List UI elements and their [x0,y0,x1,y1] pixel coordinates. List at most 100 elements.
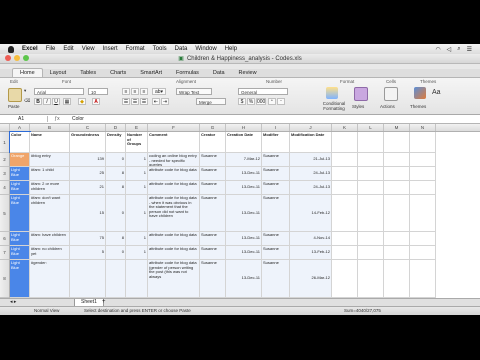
table-cell[interactable]: #fam: 2 or more children [30,181,70,195]
table-cell[interactable]: attribute code for blog data - when it w… [148,195,200,232]
align-center-icon[interactable]: ☰ [131,98,139,105]
table-cell[interactable]: Light Blue [10,195,30,232]
empty-cell[interactable] [384,153,410,167]
underline-button[interactable]: U [52,98,60,105]
column-header-e[interactable]: E [126,124,148,131]
table-cell[interactable]: Susanne [200,246,226,260]
table-cell[interactable]: Susanne [200,232,226,246]
table-cell[interactable]: attribute code for blog data (gender of … [148,260,200,298]
table-cell[interactable]: 13-Dec-11 [226,181,262,195]
empty-cell[interactable] [358,232,384,246]
clear-icon[interactable]: ⌫ [24,98,30,104]
table-cell[interactable]: Susanne [262,167,290,181]
tab-home[interactable]: Home [12,68,43,77]
add-sheet-icon[interactable]: + [102,299,106,306]
themes-icon[interactable] [414,87,426,99]
header-cell[interactable]: Groundedness [70,132,106,153]
table-cell[interactable]: #fam: don't want children [30,195,70,232]
empty-cell[interactable] [410,132,436,153]
header-cell[interactable]: Creator [200,132,226,153]
empty-cell[interactable] [384,246,410,260]
table-cell[interactable]: 13-Feb-12 [290,246,332,260]
empty-cell[interactable] [332,167,358,181]
table-cell[interactable]: attribute code for blog data [148,232,200,246]
table-cell[interactable]: 25 [70,167,106,181]
table-cell[interactable]: 1 [126,232,148,246]
table-cell[interactable]: Susanne [262,246,290,260]
fill-icon[interactable]: ▾ [24,88,26,94]
table-cell[interactable]: 24-Jul-13 [290,181,332,195]
empty-cell[interactable] [332,260,358,298]
column-header-n[interactable]: N [410,124,436,131]
view-mode[interactable]: Normal View [34,307,59,315]
empty-cell[interactable] [384,181,410,195]
table-cell[interactable]: #fam: no children yet [30,246,70,260]
styles-label[interactable]: Styles [352,104,364,109]
zoom-button[interactable] [23,55,29,61]
tab-formulas[interactable]: Formulas [169,69,206,77]
empty-cell[interactable] [410,195,436,232]
table-cell[interactable]: 1 [126,153,148,167]
column-header-c[interactable]: C [70,124,106,131]
table-cell[interactable]: coding an online blog entry - needed for… [148,153,200,167]
tab-smartart[interactable]: SmartArt [133,69,169,77]
header-cell[interactable]: Color [9,131,31,154]
column-header-i[interactable]: I [262,124,290,131]
currency-icon[interactable]: $ [238,98,246,105]
percent-icon[interactable]: % [247,98,255,105]
table-cell[interactable]: Light Blue [10,167,30,181]
table-cell[interactable]: Susanne [200,181,226,195]
empty-cell[interactable] [384,195,410,232]
empty-cell[interactable] [358,260,384,298]
paste-label[interactable]: Paste [8,104,20,109]
align-middle-icon[interactable]: ≡ [131,88,139,95]
tab-data[interactable]: Data [206,69,232,77]
table-cell[interactable]: attribute code for blog data [148,181,200,195]
table-cell[interactable]: 0 [106,195,126,232]
table-cell[interactable]: Light Blue [10,260,30,298]
column-header-a[interactable]: A [10,124,30,131]
themes-label[interactable]: Themes [410,104,426,109]
column-header-m[interactable]: M [384,124,410,131]
empty-cell[interactable] [384,167,410,181]
table-cell[interactable]: 13-Dec-11 [226,246,262,260]
align-bottom-icon[interactable]: ≡ [140,88,148,95]
empty-cell[interactable] [384,260,410,298]
function-icon[interactable]: ƒx [48,116,66,122]
table-cell[interactable]: Light Blue [10,246,30,260]
wifi-icon[interactable]: ◠ [435,46,440,53]
menu-help[interactable]: Help [221,46,241,52]
close-button[interactable] [5,55,11,61]
header-cell[interactable]: Modifier [262,132,290,153]
table-cell[interactable]: Susanne [200,167,226,181]
theme-fonts-button[interactable]: Aa [432,89,441,96]
table-cell[interactable]: 13-Dec-11 [226,195,262,232]
table-cell[interactable] [106,260,126,298]
table-cell[interactable]: 1 [126,195,148,232]
column-header-b[interactable]: B [30,124,70,131]
menu-insert[interactable]: Insert [99,46,122,52]
empty-cell[interactable] [332,181,358,195]
menu-window[interactable]: Window [191,46,220,52]
table-cell[interactable]: Susanne [262,260,290,298]
table-cell[interactable]: 7-Mar-12 [226,153,262,167]
paste-icon[interactable] [8,88,22,102]
apple-icon[interactable] [8,45,14,53]
empty-cell[interactable] [358,195,384,232]
table-cell[interactable]: 1 [126,246,148,260]
menu-data[interactable]: Data [171,46,192,52]
table-cell[interactable]: 8 [106,232,126,246]
table-cell[interactable]: #fam: 1 child [30,167,70,181]
font-color-icon[interactable]: A [92,98,100,105]
table-cell[interactable]: Light Blue [10,232,30,246]
search-icon[interactable]: ⌕ [457,46,460,53]
table-cell[interactable]: Susanne [200,260,226,298]
tab-layout[interactable]: Layout [43,69,74,77]
menu-edit[interactable]: Edit [59,46,77,52]
orientation-icon[interactable]: ab▾ [152,88,166,95]
decrease-decimal-icon[interactable]: ⁻ [277,98,285,105]
table-cell[interactable]: Susanne [200,153,226,167]
conditional-formatting-label[interactable]: Conditional Formatting [318,101,350,111]
row-header[interactable]: 5 [0,195,10,232]
table-cell[interactable]: 21 [70,181,106,195]
